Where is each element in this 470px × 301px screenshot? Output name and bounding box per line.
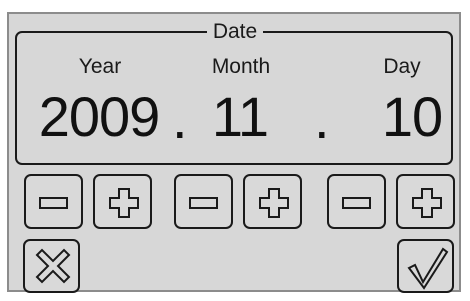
year-month-separator: .	[172, 87, 188, 150]
plus-icon	[412, 188, 442, 218]
minus-icon	[189, 197, 218, 209]
cancel-button[interactable]	[23, 239, 80, 293]
year-decrement-button[interactable]	[24, 174, 83, 229]
day-decrement-button[interactable]	[327, 174, 386, 229]
day-label: Day	[383, 55, 421, 78]
year-value: 2009	[38, 85, 161, 148]
minus-icon	[342, 197, 371, 209]
day-value: 10	[381, 85, 443, 148]
month-value: 11	[211, 85, 269, 148]
month-decrement-button[interactable]	[174, 174, 233, 229]
year-increment-button[interactable]	[93, 174, 152, 229]
date-legend: Date	[0, 20, 470, 44]
year-label: Year	[78, 55, 122, 78]
plus-icon	[109, 188, 139, 218]
minus-icon	[39, 197, 68, 209]
month-day-separator: .	[314, 87, 330, 150]
day-increment-button[interactable]	[396, 174, 455, 229]
month-increment-button[interactable]	[243, 174, 302, 229]
x-icon	[35, 248, 71, 284]
confirm-button[interactable]	[397, 239, 454, 293]
plus-icon	[259, 188, 289, 218]
date-legend-text: Date	[206, 20, 264, 43]
checkmark-icon	[407, 247, 449, 290]
month-label: Month	[211, 55, 271, 78]
